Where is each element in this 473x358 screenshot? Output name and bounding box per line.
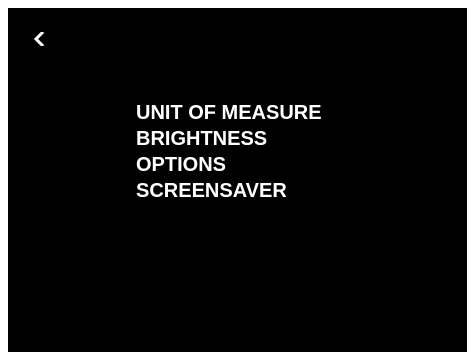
chevron-left-icon [33,32,45,46]
menu-item-unit-of-measure[interactable]: UNIT OF MEASURE [136,100,322,126]
menu-item-screensaver[interactable]: SCREENSAVER [136,178,322,204]
menu-item-brightness[interactable]: BRIGHTNESS [136,126,322,152]
device-screen: UNIT OF MEASURE BRIGHTNESS OPTIONS SCREE… [8,8,467,352]
settings-menu: UNIT OF MEASURE BRIGHTNESS OPTIONS SCREE… [136,100,322,204]
back-button[interactable] [28,25,50,53]
menu-item-options[interactable]: OPTIONS [136,152,322,178]
